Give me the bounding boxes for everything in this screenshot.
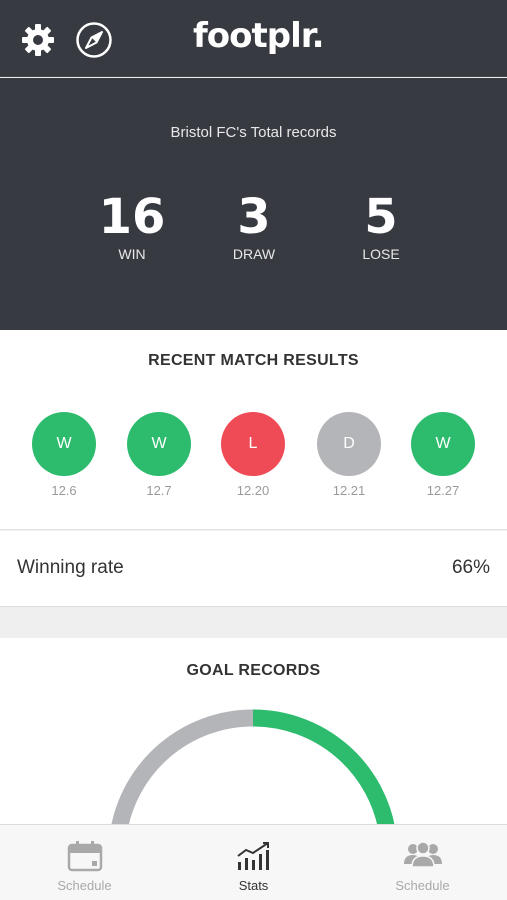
tab-team-label: Schedule (395, 878, 450, 893)
match-date: 12.6 (51, 483, 77, 498)
win-stat: 16 WIN (72, 190, 192, 262)
match-result-item[interactable]: L 12.20 (221, 412, 285, 498)
goal-records-section: GOAL RECORDS (0, 638, 507, 828)
match-result-badge: L (221, 412, 285, 476)
match-result-badge: W (411, 412, 475, 476)
lose-count: 5 (364, 189, 398, 245)
gear-icon[interactable] (20, 22, 56, 58)
match-result-badge: W (127, 412, 191, 476)
tab-schedule-label: Schedule (57, 878, 112, 893)
team-icon (403, 841, 442, 868)
draw-label: DRAW (232, 246, 276, 262)
bottom-tab-bar: Schedule Stats Schedule (0, 824, 507, 900)
draw-stat: 3 DRAW (194, 190, 314, 262)
match-date: 12.20 (236, 483, 270, 498)
goal-gauge (110, 709, 396, 828)
winning-rate-row: Winning rate 66% (0, 531, 507, 607)
tab-stats-label: Stats (238, 878, 269, 893)
lose-label: LOSE (362, 246, 400, 262)
match-result-item[interactable]: W 12.27 (411, 412, 475, 498)
tab-team[interactable]: Schedule (338, 825, 507, 900)
chart-icon (236, 842, 269, 870)
winning-rate-label: Winning rate (17, 557, 124, 578)
match-date: 12.27 (426, 483, 460, 498)
tab-schedule[interactable]: Schedule (0, 825, 169, 900)
match-result-letter: D (343, 435, 355, 452)
compass-icon[interactable] (75, 21, 113, 59)
match-result-letter: W (151, 435, 167, 452)
app-logo: footplr. (193, 16, 325, 56)
recent-results-title: RECENT MATCH RESULTS (148, 352, 359, 369)
calendar-icon (67, 841, 102, 872)
recent-match-results: RECENT MATCH RESULTS W 12.6 W 12.7 L 12.… (0, 330, 507, 530)
win-label: WIN (118, 246, 146, 262)
match-date: 12.7 (146, 483, 172, 498)
match-result-letter: W (435, 435, 451, 452)
records-title: Bristol FC's Total records (170, 124, 337, 141)
total-records-panel: Bristol FC's Total records 16 WIN 3 DRAW… (0, 78, 507, 330)
match-result-letter: W (56, 435, 72, 452)
match-result-badge: W (32, 412, 96, 476)
lose-stat: 5 LOSE (321, 190, 441, 262)
match-result-letter: L (248, 435, 258, 452)
tab-stats[interactable]: Stats (169, 825, 338, 900)
match-result-badge: D (317, 412, 381, 476)
match-result-item[interactable]: W 12.7 (127, 412, 191, 498)
match-result-item[interactable]: W 12.6 (32, 412, 96, 498)
draw-count: 3 (237, 189, 271, 245)
gauge-conceded-arc (110, 709, 254, 828)
win-count: 16 (98, 189, 166, 245)
gauge-scored-arc (252, 709, 396, 828)
match-date: 12.21 (332, 483, 366, 498)
match-result-item[interactable]: D 12.21 (317, 412, 381, 498)
top-bar: footplr. (0, 0, 507, 77)
winning-rate-value: 66% (451, 557, 490, 578)
